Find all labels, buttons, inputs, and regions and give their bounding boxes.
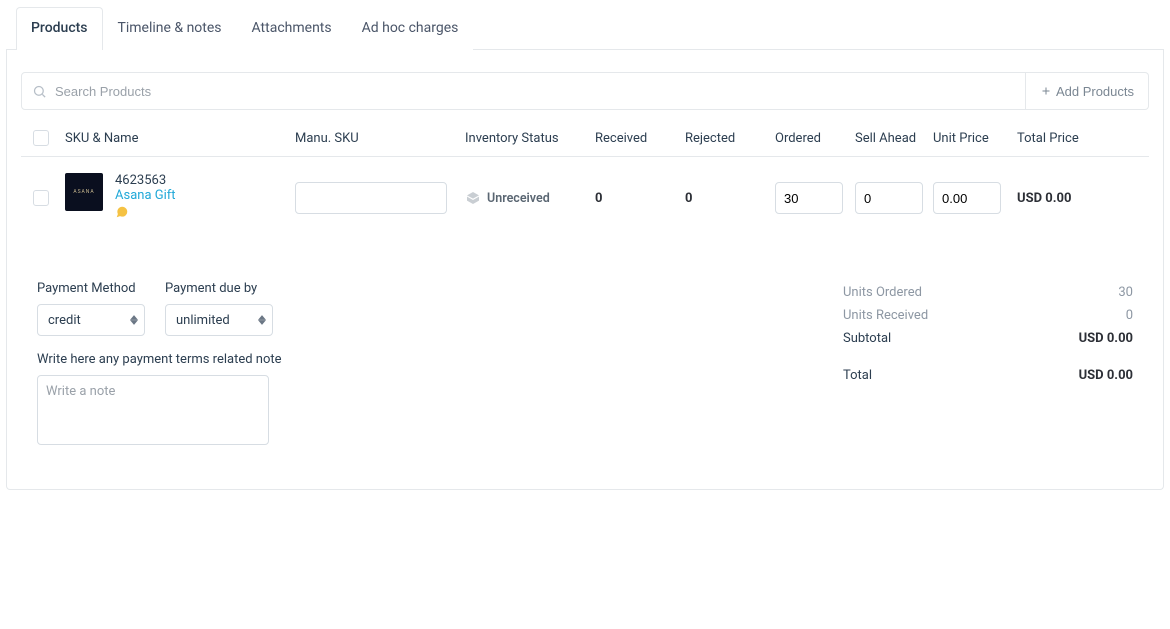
payment-method-select[interactable]: credit: [37, 304, 145, 336]
tab-label: Ad hoc charges: [362, 20, 459, 36]
col-total-price: Total Price: [1017, 131, 1127, 146]
products-panel: Add Products SKU & Name Manu. SKU Invent…: [6, 50, 1164, 490]
col-unit-price: Unit Price: [933, 131, 1017, 146]
table-row: ASANA 4623563 Asana Gift Unreceived 0 0 …: [21, 157, 1149, 247]
tab-label: Timeline & notes: [118, 20, 222, 36]
tab-bar: Products Timeline & notes Attachments Ad…: [6, 6, 1164, 50]
search-input[interactable]: [47, 83, 1015, 100]
subtotal-label: Subtotal: [843, 331, 891, 346]
total-price-value: USD 0.00: [1017, 191, 1127, 206]
select-arrows-icon: [130, 315, 138, 325]
ordered-input[interactable]: [775, 182, 843, 214]
total-label: Total: [843, 368, 872, 383]
payment-due-value: unlimited: [176, 313, 230, 328]
search-wrapper: [21, 72, 1026, 110]
unit-price-input[interactable]: [933, 182, 1001, 214]
product-thumbnail: ASANA: [65, 173, 103, 211]
search-icon: [32, 84, 47, 99]
payment-method-label: Payment Method: [37, 281, 145, 296]
tab-timeline[interactable]: Timeline & notes: [103, 7, 237, 50]
col-manu-sku: Manu. SKU: [295, 131, 465, 146]
comment-icon[interactable]: [115, 205, 129, 223]
payment-note-label: Write here any payment terms related not…: [37, 352, 282, 367]
payment-method-value: credit: [48, 313, 81, 328]
payment-note-textarea[interactable]: [37, 375, 269, 445]
add-products-label: Add Products: [1056, 84, 1134, 99]
col-ordered: Ordered: [775, 131, 855, 146]
product-sku: 4623563: [115, 173, 176, 188]
box-icon: [465, 190, 481, 206]
select-all-checkbox[interactable]: [33, 130, 49, 146]
payment-block: Payment Method credit Payment due by: [37, 281, 282, 449]
tab-products[interactable]: Products: [16, 7, 103, 50]
manu-sku-input[interactable]: [295, 182, 447, 214]
tab-label: Attachments: [252, 20, 332, 36]
add-products-button[interactable]: Add Products: [1026, 72, 1149, 110]
tab-adhoc[interactable]: Ad hoc charges: [347, 7, 474, 50]
totals-block: Units Ordered 30 Units Received 0 Subtot…: [843, 281, 1133, 449]
units-ordered-value: 30: [1118, 285, 1133, 300]
col-sell-ahead: Sell Ahead: [855, 131, 933, 146]
received-value: 0: [595, 191, 685, 206]
units-ordered-label: Units Ordered: [843, 285, 922, 300]
payment-due-label: Payment due by: [165, 281, 273, 296]
inventory-status: Unreceived: [487, 191, 550, 206]
tab-attachments[interactable]: Attachments: [237, 7, 347, 50]
units-received-value: 0: [1126, 308, 1133, 323]
payment-due-select[interactable]: unlimited: [165, 304, 273, 336]
total-value: USD 0.00: [1079, 368, 1133, 383]
select-arrows-icon: [258, 315, 266, 325]
rejected-value: 0: [685, 191, 775, 206]
product-name-link[interactable]: Asana Gift: [115, 188, 176, 203]
table-header: SKU & Name Manu. SKU Inventory Status Re…: [21, 110, 1149, 157]
plus-icon: [1040, 85, 1052, 97]
row-checkbox[interactable]: [33, 190, 49, 206]
subtotal-value: USD 0.00: [1079, 331, 1133, 346]
col-rejected: Rejected: [685, 131, 775, 146]
tab-label: Products: [31, 20, 88, 36]
col-sku-name: SKU & Name: [65, 131, 295, 146]
col-inventory: Inventory Status: [465, 131, 595, 146]
units-received-label: Units Received: [843, 308, 928, 323]
col-received: Received: [595, 131, 685, 146]
sell-ahead-input[interactable]: [855, 182, 923, 214]
